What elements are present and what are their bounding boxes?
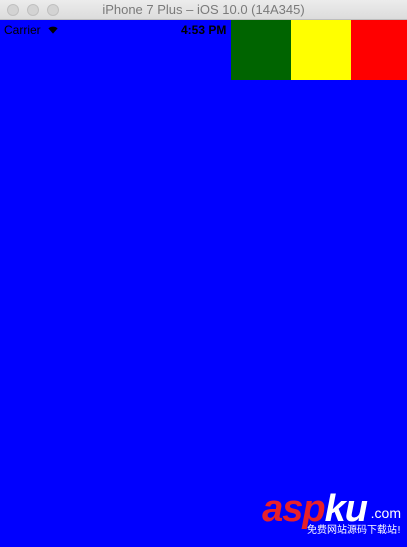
- watermark-brand-part2: ku: [324, 488, 368, 530]
- watermark-subtitle: 免费网站源码下载站!: [306, 525, 401, 536]
- watermark-brand: aspku: [262, 488, 368, 530]
- red-block: [351, 20, 407, 80]
- yellow-block: [291, 20, 351, 80]
- green-block: [231, 20, 291, 80]
- carrier-label: Carrier: [4, 23, 41, 37]
- simulator-window: iPhone 7 Plus – iOS 10.0 (14A345) Carrie…: [0, 0, 407, 547]
- watermark-brand-part1: asp: [262, 488, 325, 530]
- watermark-domain: .com: [370, 505, 401, 521]
- wifi-icon: [48, 26, 58, 34]
- window-title: iPhone 7 Plus – iOS 10.0 (14A345): [102, 2, 305, 17]
- device-screen: Carrier 4:53 PM aspku .com 免费网站源码下载站!: [0, 20, 407, 547]
- window-titlebar: iPhone 7 Plus – iOS 10.0 (14A345): [0, 0, 407, 20]
- status-time: 4:53 PM: [181, 23, 227, 37]
- watermark-logo: aspku .com 免费网站源码下载站!: [233, 489, 401, 537]
